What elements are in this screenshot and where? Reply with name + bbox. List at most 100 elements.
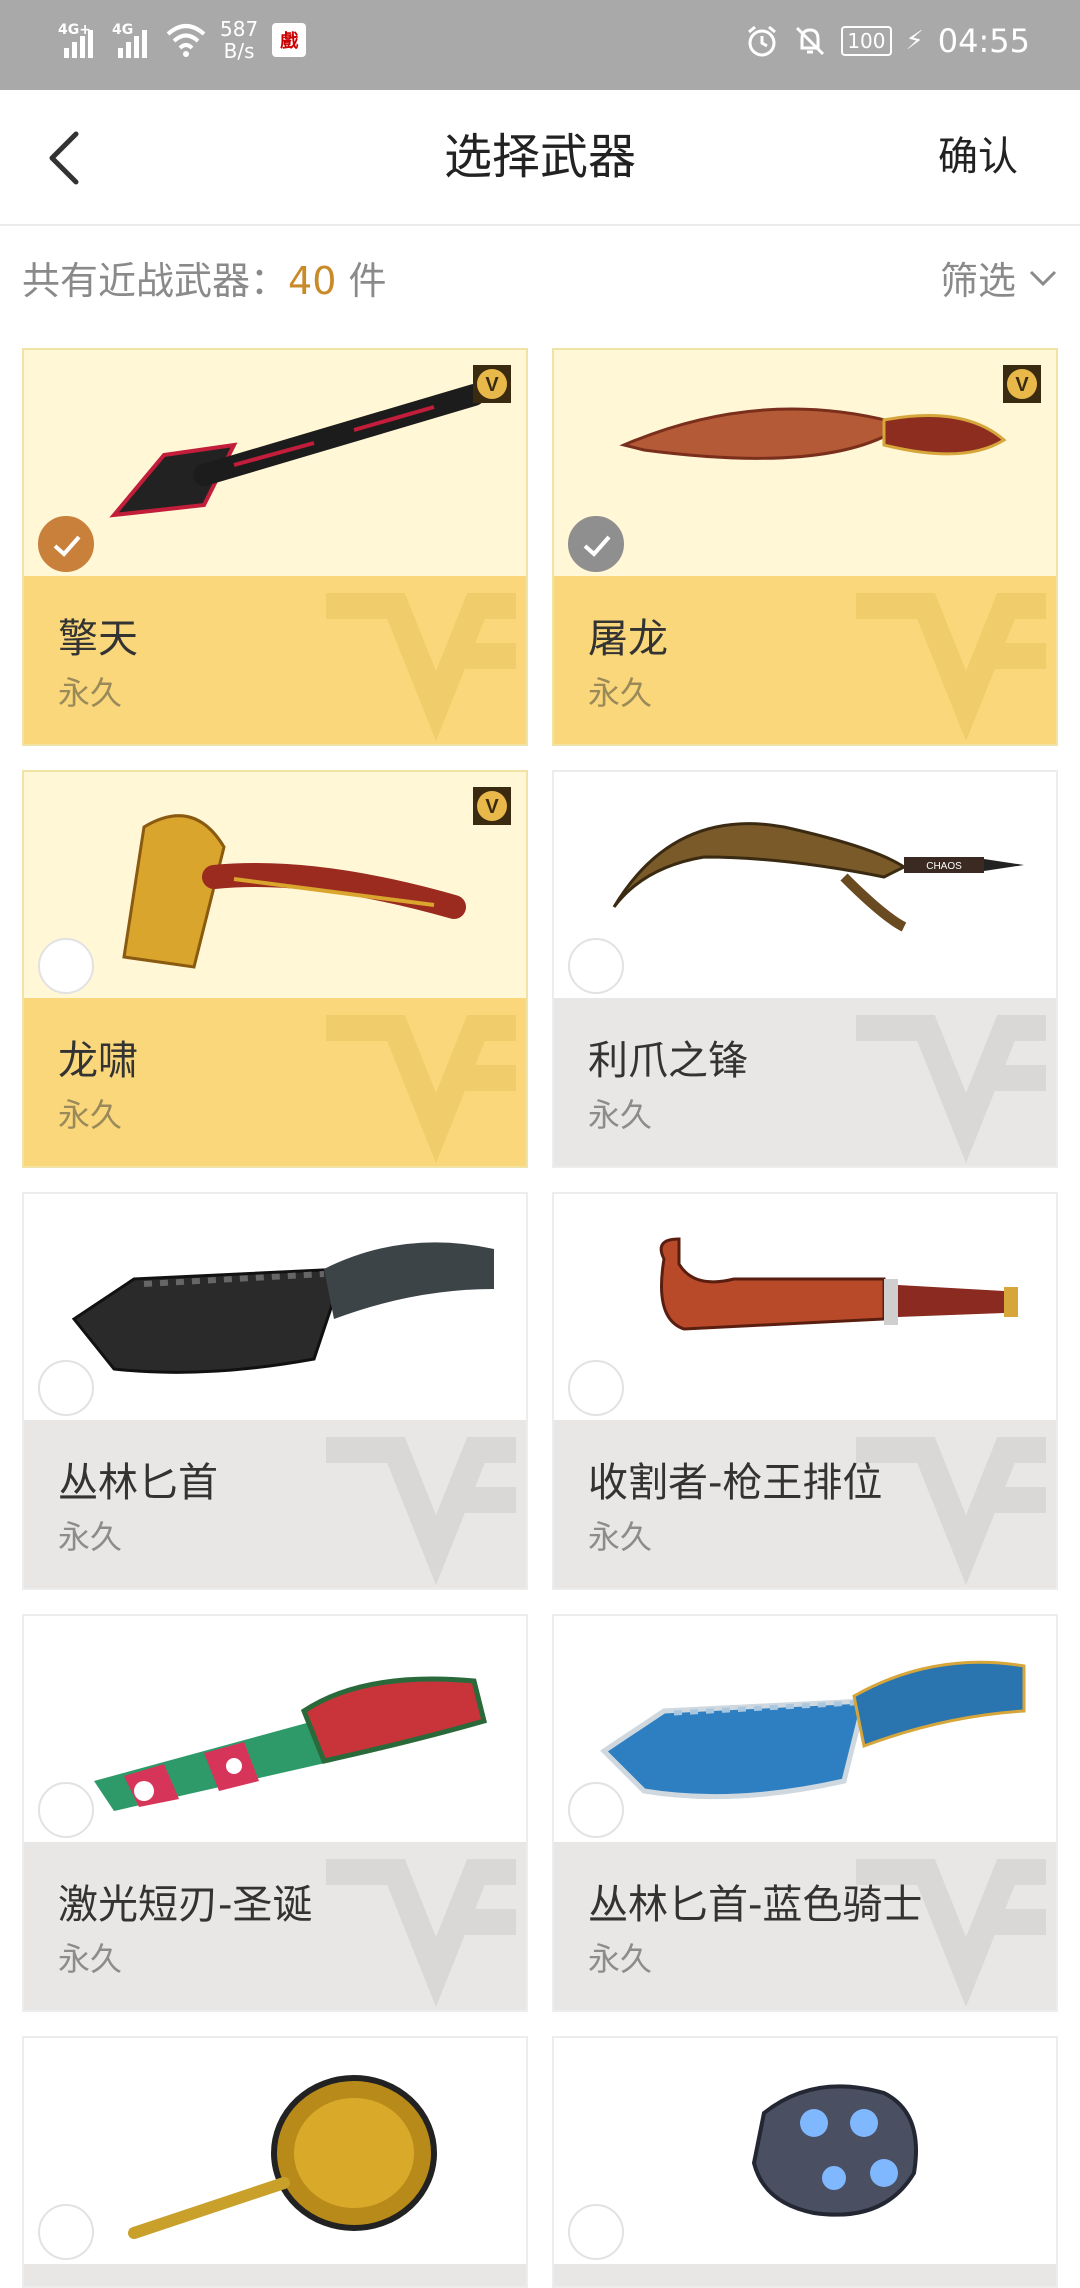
weapon-info: 擎天 永久	[24, 576, 526, 744]
cf-logo-watermark-icon	[326, 1859, 516, 2008]
weapon-image-area	[24, 1616, 526, 1846]
unselected-check[interactable]	[568, 1782, 624, 1838]
selected-check[interactable]	[38, 516, 94, 572]
weapon-name: 龙啸	[58, 1038, 138, 1084]
jungle-knife-icon	[71, 1242, 494, 1374]
unselected-check[interactable]	[38, 938, 94, 994]
cf-logo-watermark-icon	[856, 593, 1046, 742]
weapon-name: 激光短刃-圣诞	[58, 1882, 313, 1928]
weapon-image-area	[554, 2038, 1056, 2268]
unselected-check[interactable]	[38, 2204, 94, 2260]
signal-icon-2: 4G	[112, 22, 152, 58]
weapon-card[interactable]: 收割者-枪王排位 永久	[552, 1192, 1058, 1590]
weapon-image-area	[24, 1194, 526, 1424]
dragon-blade-icon	[619, 407, 1007, 460]
weapon-engraving: CHAOS	[926, 861, 962, 872]
svg-text:V: V	[1015, 374, 1029, 396]
cf-logo-watermark-icon	[326, 1015, 516, 1164]
app-header: 选择武器 确认	[0, 90, 1080, 226]
weapon-info	[24, 2264, 526, 2286]
weapon-duration: 永久	[588, 1518, 653, 1556]
unselected-check[interactable]	[568, 938, 624, 994]
weapon-info: 利爪之锋 永久	[554, 998, 1056, 1166]
hook-knife-icon	[659, 1237, 1018, 1331]
svg-text:V: V	[485, 374, 499, 396]
weapon-image-area	[554, 1194, 1056, 1424]
weapon-image-area: V	[24, 772, 526, 1002]
weapon-name: 屠龙	[588, 616, 668, 662]
dragon-axe-icon	[122, 814, 466, 969]
weapon-info: 丛林匕首-蓝色骑士 永久	[554, 1842, 1056, 2010]
v-badge-icon: V	[473, 365, 511, 403]
status-bar: 4G+ 4G 587 B/s 戲 100 ⚡ 04:55	[0, 0, 1080, 90]
weapon-card[interactable]	[552, 2036, 1058, 2288]
weapon-card[interactable]: 丛林匕首-蓝色骑士 永久	[552, 1614, 1058, 2012]
app-notification-icon: 戲	[272, 23, 307, 57]
blue-knife-icon	[600, 1660, 1026, 1800]
power-fist-icon	[751, 2084, 918, 2217]
cf-logo-watermark-icon	[326, 1437, 516, 1586]
christmas-blade-icon	[94, 1676, 488, 1811]
weapon-info: 激光短刃-圣诞 永久	[24, 1842, 526, 2010]
weapon-info: 龙啸 永久	[24, 998, 526, 1166]
unselected-check[interactable]	[38, 1360, 94, 1416]
wifi-icon	[166, 24, 206, 57]
weapon-duration: 永久	[58, 1940, 123, 1978]
weapon-grid: V 擎天 永久 V 屠龙 永久 V 龙啸 永久 CHAOS 利爪之锋 永久 丛林…	[22, 348, 1058, 2288]
unselected-check[interactable]	[568, 1360, 624, 1416]
weapon-image-area: CHAOS	[554, 772, 1056, 1002]
weapon-count-summary: 共有近战武器：40 件	[22, 259, 387, 303]
weapon-image-area: V	[24, 350, 526, 580]
cf-logo-watermark-icon	[856, 1015, 1046, 1164]
weapon-duration: 永久	[588, 674, 653, 712]
weapon-duration: 永久	[58, 674, 123, 712]
disabled-check[interactable]	[568, 516, 624, 572]
weapon-image-area	[554, 1616, 1056, 1846]
confirm-button[interactable]: 确认	[938, 90, 1018, 224]
checkmark-icon	[583, 535, 611, 557]
v-badge-icon: V	[473, 787, 511, 825]
weapon-duration: 永久	[588, 1940, 653, 1978]
claw-blade-icon: CHAOS	[612, 822, 1024, 932]
weapon-info	[554, 2264, 1056, 2286]
weapon-name: 丛林匕首-蓝色骑士	[588, 1882, 923, 1928]
clock: 04:55	[937, 22, 1030, 60]
weapon-count: 40	[288, 259, 337, 303]
cf-logo-watermark-icon	[326, 593, 516, 742]
weapon-card[interactable]	[22, 2036, 528, 2288]
filter-button[interactable]: 筛选	[940, 250, 1058, 305]
v-badge-icon: V	[1003, 365, 1041, 403]
weapon-name: 丛林匕首	[58, 1460, 218, 1506]
frying-pan-icon	[128, 2075, 437, 2239]
charging-icon: ⚡	[905, 26, 924, 56]
status-left: 4G+ 4G 587 B/s 戲	[58, 17, 307, 63]
weapon-duration: 永久	[58, 1096, 123, 1134]
svg-text:V: V	[485, 796, 499, 818]
mute-bell-icon	[796, 26, 825, 56]
chevron-down-icon	[1029, 270, 1057, 286]
checkmark-icon	[53, 535, 81, 557]
weapon-card[interactable]: 丛林匕首 永久	[22, 1192, 528, 1590]
weapon-card[interactable]: V 擎天 永久	[22, 348, 528, 746]
weapon-info: 屠龙 永久	[554, 576, 1056, 744]
weapon-image-area: V	[554, 350, 1056, 580]
weapon-name: 擎天	[58, 616, 138, 662]
weapon-card[interactable]: 激光短刃-圣诞 永久	[22, 1614, 528, 2012]
status-right: 100 ⚡ 04:55	[745, 22, 1030, 60]
network-speed: 587 B/s	[220, 17, 259, 63]
weapon-info: 收割者-枪王排位 永久	[554, 1420, 1056, 1588]
weapon-card[interactable]: CHAOS 利爪之锋 永久	[552, 770, 1058, 1168]
weapon-name: 收割者-枪王排位	[588, 1460, 883, 1506]
unselected-check[interactable]	[38, 1782, 94, 1838]
page-title: 选择武器	[443, 129, 636, 185]
battery-indicator: 100	[841, 26, 892, 56]
alarm-icon	[748, 25, 777, 57]
shovel-axe-icon	[109, 384, 485, 518]
weapon-card[interactable]: V 龙啸 永久	[22, 770, 528, 1168]
weapon-card[interactable]: V 屠龙 永久	[552, 348, 1058, 746]
weapon-name: 利爪之锋	[588, 1038, 748, 1084]
weapon-info: 丛林匕首 永久	[24, 1420, 526, 1588]
unselected-check[interactable]	[568, 2204, 624, 2260]
filter-label: 筛选	[939, 259, 1016, 303]
weapon-duration: 永久	[58, 1518, 123, 1556]
